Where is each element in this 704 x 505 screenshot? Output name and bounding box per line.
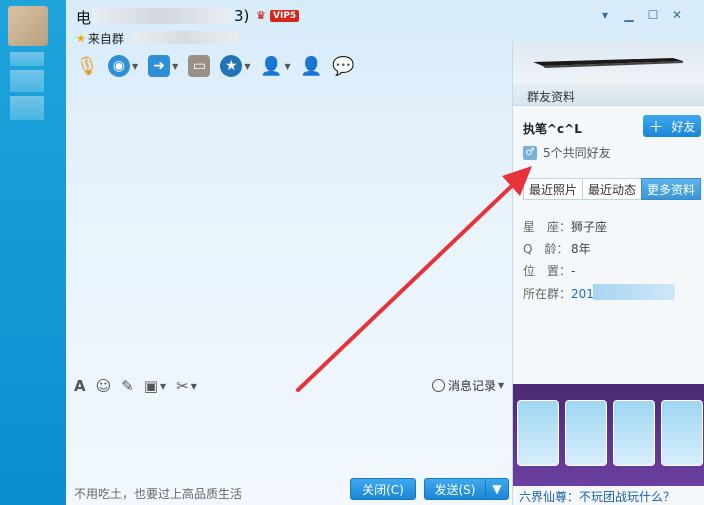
- info-key: Q 龄：: [523, 242, 569, 256]
- ad-text[interactable]: 不用吃土，也要过上高品质生活: [74, 485, 242, 502]
- vip-badge: ♛ VIP5: [256, 9, 300, 22]
- blurred-title: [92, 8, 232, 24]
- chevron-down-icon[interactable]: ▼: [172, 62, 178, 71]
- tab-more-info[interactable]: 更多资料: [641, 178, 702, 200]
- chat-plus-icon: 💬: [332, 55, 355, 77]
- close-button[interactable]: 关闭(C): [350, 478, 416, 500]
- new-chat-button[interactable]: 💬: [332, 53, 355, 79]
- screen-share-button[interactable]: ▭: [188, 53, 211, 79]
- send-button[interactable]: 发送(S): [424, 478, 486, 500]
- info-key: 星 座：: [523, 220, 572, 234]
- message-area[interactable]: [66, 84, 512, 374]
- microphone-icon: 🎙: [75, 55, 99, 77]
- info-value: 狮子座: [571, 220, 608, 234]
- game-ad-banner[interactable]: [513, 384, 704, 486]
- edit-icon[interactable]: ✎: [121, 377, 134, 395]
- source-line: ★ 来自群: [76, 30, 124, 47]
- add-user-button[interactable]: 👤: [300, 53, 323, 79]
- maximize-icon[interactable]: ☐: [646, 8, 660, 22]
- blurred-item: [10, 52, 44, 66]
- tab-recent-updates[interactable]: 最近动态: [582, 178, 643, 200]
- chevron-down-icon[interactable]: ▼: [132, 62, 138, 71]
- chevron-down-icon: ▼: [498, 381, 505, 390]
- info-value[interactable]: 201: [571, 287, 594, 301]
- add-friend-label: 好友: [671, 119, 696, 134]
- info-tabs: 最近照片 最近动态 更多资料: [523, 178, 702, 200]
- camera-icon: ◉: [108, 55, 130, 77]
- blurred-item: [10, 70, 44, 92]
- info-value: 8年: [571, 242, 591, 256]
- chevron-down-icon: ▼: [492, 482, 502, 496]
- user-plus-icon: 👤: [300, 55, 323, 77]
- left-sidebar: [0, 0, 66, 505]
- clock-icon: [432, 379, 445, 392]
- plus-icon: ＋: [648, 117, 664, 136]
- police-hat-icon: ★: [220, 55, 243, 77]
- window-title-suffix: 3): [234, 7, 250, 25]
- title-bar: 电 3) ♛ VIP5 ★ 来自群 ▾ ▁ ☐ ✕: [66, 0, 704, 48]
- message-record-button[interactable]: 消息记录 ▼: [432, 377, 504, 394]
- info-row: Q 龄： 8年: [523, 240, 591, 257]
- scissors-icon[interactable]: ✂ ▼: [176, 377, 197, 395]
- main-toolbar: 🎙 ◉ ▼ ➜ ▼ ▭ ★ ▼ 👤 ▼ 👤 💬: [76, 52, 365, 80]
- info-key: 所在群：: [523, 287, 572, 301]
- avatar[interactable]: [8, 6, 48, 46]
- male-icon: ♂: [523, 145, 537, 160]
- chevron-down-icon[interactable]: ▼: [244, 62, 250, 71]
- blurred-group-name: [132, 31, 238, 44]
- common-friends[interactable]: ♂ 5个共同好友: [523, 144, 611, 161]
- image-icon[interactable]: ▣ ▼: [144, 377, 166, 395]
- send-options-button[interactable]: ▼: [485, 478, 509, 500]
- user-minus-icon: 👤: [260, 55, 283, 77]
- game-ad-caption[interactable]: 六界仙尊：不玩团战玩什么？: [519, 488, 675, 505]
- info-row: 星 座：狮子座: [523, 218, 607, 235]
- panel-header: 群友资料: [513, 84, 704, 106]
- message-input[interactable]: [66, 400, 512, 475]
- video-button[interactable]: ◉ ▼: [108, 53, 138, 79]
- ad-banner[interactable]: [513, 42, 704, 84]
- blurred-item: [10, 96, 44, 120]
- panel-header-label: 群友资料: [527, 90, 576, 104]
- add-friend-button[interactable]: ＋ 好友: [643, 115, 701, 137]
- crown-icon: ♛: [256, 9, 266, 22]
- blurred-group: [593, 284, 675, 300]
- window-title-prefix: 电: [76, 9, 92, 27]
- voice-button[interactable]: 🎙: [75, 53, 99, 79]
- remove-friend-button[interactable]: 👤 ▼: [260, 53, 290, 79]
- laptop-image: [533, 58, 683, 68]
- game-card: [517, 400, 559, 466]
- source-label: 来自群: [87, 32, 124, 46]
- vip-label: VIP5: [270, 10, 300, 22]
- info-value: -: [571, 264, 576, 278]
- game-card: [565, 400, 607, 466]
- info-key: 位 置：: [523, 264, 572, 278]
- member-info-panel: 群友资料 执笔^c^L ＋ 好友 ♂ 5个共同好友 最近照片 最近动态 更多资料…: [512, 42, 704, 505]
- folder-icon: ➜: [148, 55, 171, 77]
- screen-icon: ▭: [188, 55, 211, 77]
- font-icon[interactable]: A: [74, 377, 86, 395]
- tab-recent-photos[interactable]: 最近照片: [523, 178, 584, 200]
- chevron-down-icon[interactable]: ▼: [284, 62, 290, 71]
- game-card: [613, 400, 655, 466]
- game-card: [661, 400, 703, 466]
- file-transfer-button[interactable]: ➜ ▼: [148, 53, 178, 79]
- close-icon[interactable]: ✕: [670, 8, 684, 22]
- emoji-icon[interactable]: ☺: [96, 377, 112, 395]
- info-row: 位 置：-: [523, 262, 575, 279]
- dropdown-icon[interactable]: ▾: [598, 8, 612, 22]
- app-button[interactable]: ★ ▼: [220, 53, 250, 79]
- message-record-label: 消息记录: [448, 379, 497, 393]
- info-row: 所在群：201: [523, 285, 594, 302]
- minimize-icon[interactable]: ▁: [622, 8, 636, 22]
- star-icon: ★: [76, 32, 86, 45]
- member-nickname: 执笔^c^L: [523, 122, 582, 136]
- common-friends-label: 5个共同好友: [543, 146, 611, 160]
- chat-window: 电 3) ♛ VIP5 ★ 来自群 ▾ ▁ ☐ ✕ 🎙 ◉ ▼ ➜ ▼ ▭ ★ …: [66, 0, 704, 505]
